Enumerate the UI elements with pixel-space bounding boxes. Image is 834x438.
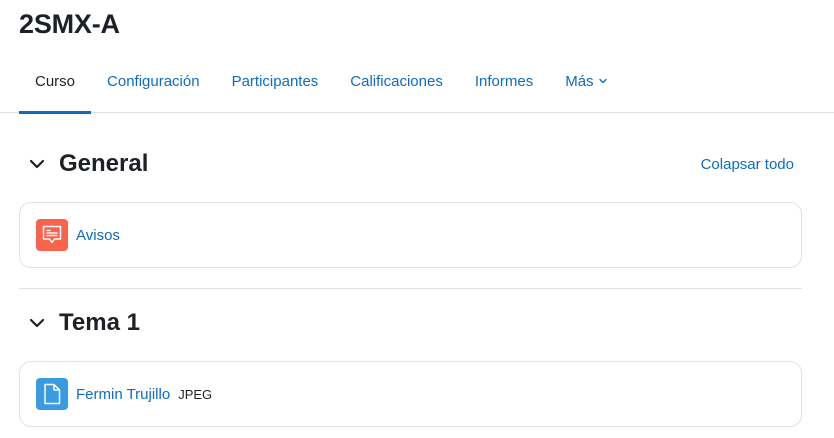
- tab-participantes[interactable]: Participantes: [216, 56, 335, 113]
- section-title: General: [59, 150, 149, 177]
- tab-label: Informes: [474, 72, 534, 90]
- chevron-down-icon: [598, 78, 607, 84]
- tab-informes[interactable]: Informes: [459, 56, 549, 113]
- section-title: Tema 1: [59, 309, 140, 336]
- activity-link-fermin-trujillo[interactable]: Fermin Trujillo: [76, 386, 170, 403]
- section-divider: [19, 288, 802, 289]
- tab-label: Curso: [35, 72, 76, 90]
- tab-label: Más: [565, 72, 594, 90]
- section-header-tema-1: Tema 1: [19, 303, 802, 343]
- page-title: 2SMX-A: [19, 9, 120, 39]
- forum-icon[interactable]: [36, 219, 68, 251]
- tab-curso[interactable]: Curso: [19, 56, 92, 114]
- tab-label: Calificaciones: [350, 72, 443, 90]
- collapse-all-link[interactable]: Colapsar todo: [701, 156, 802, 173]
- activity-link-avisos[interactable]: Avisos: [76, 227, 120, 244]
- chevron-down-icon: [29, 159, 45, 169]
- file-icon[interactable]: [36, 378, 68, 410]
- section-toggle[interactable]: [19, 305, 55, 341]
- activity-card-avisos: Avisos: [19, 202, 802, 268]
- tab-calificaciones[interactable]: Calificaciones: [334, 56, 459, 113]
- tab-label: Configuración: [107, 72, 200, 90]
- tab-mas[interactable]: Más: [549, 56, 623, 113]
- course-nav-tabs: Curso Configuración Participantes Califi…: [0, 56, 834, 114]
- section-toggle[interactable]: [19, 146, 55, 182]
- activity-card-fermin-trujillo: Fermin Trujillo JPEG: [19, 361, 802, 427]
- tab-label: Participantes: [231, 72, 319, 90]
- activity-type-badge: JPEG: [178, 386, 213, 402]
- section-header-general: General Colapsar todo: [19, 144, 802, 184]
- chevron-down-icon: [29, 318, 45, 328]
- tab-configuracion[interactable]: Configuración: [91, 56, 216, 113]
